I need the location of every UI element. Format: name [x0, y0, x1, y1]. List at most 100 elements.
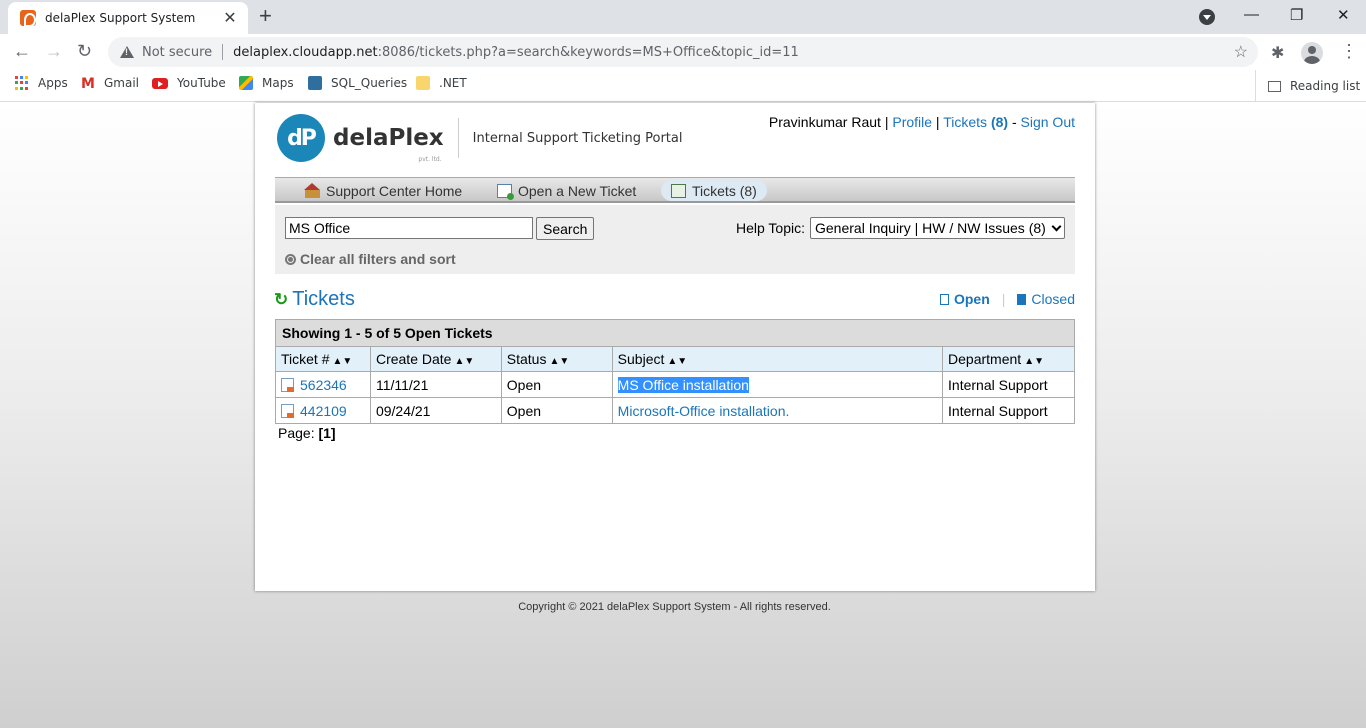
restore-icon[interactable]: ❐ [1290, 6, 1303, 24]
bookmark-label: YouTube [177, 76, 226, 90]
status-cell: Open [500, 371, 613, 398]
apps-grid-icon [15, 76, 29, 90]
ticket-number-link[interactable]: 562346 [300, 377, 347, 393]
current-page[interactable]: [1] [318, 425, 335, 441]
page-viewport: dP delaPlex pvt. ltd. Internal Support T… [0, 103, 1366, 728]
search-button[interactable]: Search [536, 217, 595, 240]
reload-icon[interactable]: ↻ [77, 41, 92, 61]
main-nav: Support Center Home Open a New Ticket Ti… [275, 177, 1075, 203]
pagination: Page: [1] [278, 425, 336, 441]
clear-filters-link[interactable]: Clear all filters and sort [285, 251, 456, 267]
nav-tickets[interactable]: Tickets (8) [661, 180, 767, 201]
status-cell: Open [500, 397, 613, 424]
search-input[interactable] [285, 217, 533, 239]
sort-icon: ▲▼ [667, 356, 688, 367]
site-logo[interactable]: dP delaPlex pvt. ltd. Internal Support T… [277, 114, 682, 163]
bookmark-sql-queries[interactable]: SQL_Queries [308, 76, 407, 90]
minimize-icon[interactable]: — [1244, 6, 1259, 23]
profile-avatar-icon[interactable] [1301, 42, 1323, 64]
column-header-ticket[interactable]: Ticket # ▲▼ [275, 346, 371, 372]
close-window-icon[interactable]: ✕ [1337, 6, 1350, 24]
nav-open-new-ticket[interactable]: Open a New Ticket [487, 180, 646, 201]
column-header-status[interactable]: Status ▲▼ [500, 346, 613, 372]
logo-mark-icon: dP [277, 114, 325, 162]
extensions-icon[interactable]: ✱ [1271, 43, 1284, 63]
bookmark-star-icon[interactable]: ☆ [1234, 42, 1248, 62]
tickets-title[interactable]: Tickets [292, 288, 355, 311]
subject-link[interactable]: MS Office installation [617, 376, 749, 393]
folder-icon [416, 76, 430, 90]
bookmark-youtube[interactable]: YouTube [152, 76, 226, 90]
nav-label: Tickets (8) [692, 182, 757, 199]
warning-icon[interactable] [120, 46, 134, 58]
tickets-summary: Showing 1 - 5 of 5 Open Tickets [275, 319, 1075, 347]
forward-icon[interactable]: → [45, 41, 63, 61]
reading-list-icon [1268, 80, 1281, 92]
site-favicon-icon [20, 10, 36, 27]
bookmark-gmail[interactable]: M Gmail [81, 76, 140, 92]
tickets-icon [671, 183, 686, 198]
logo-divider [457, 118, 459, 158]
table-row: 442109 09/24/21 Open Microsoft-Office in… [275, 397, 1075, 424]
database-icon [308, 76, 322, 90]
tickets-link[interactable]: Tickets (8) [943, 114, 1008, 130]
department-cell: Internal Support [942, 371, 1075, 398]
browser-tab[interactable]: delaPlex Support System ✕ [8, 2, 248, 34]
tickets-summary-row: Showing 1 - 5 of 5 Open Tickets [275, 319, 1075, 347]
url-path: :8086/tickets.php?a=search&keywords=MS+O… [377, 44, 799, 60]
closed-file-icon [1017, 293, 1027, 305]
refresh-icon[interactable]: ↻ [274, 290, 288, 310]
chevron-down-icon [1051, 221, 1062, 231]
sort-icon: ▲▼ [332, 356, 353, 367]
column-header-create-date[interactable]: Create Date ▲▼ [369, 346, 502, 372]
home-icon [304, 182, 320, 198]
logo-subtext: pvt. ltd. [418, 156, 442, 163]
open-file-icon [939, 293, 949, 305]
column-label: Status [506, 351, 547, 367]
user-bar: Pravinkumar Raut | Profile | Tickets (8)… [768, 114, 1075, 130]
sort-icon: ▲▼ [1024, 356, 1044, 367]
bookmark-label: Apps [38, 76, 68, 90]
subject-link[interactable]: Microsoft-Office installation. [618, 403, 790, 419]
reading-list[interactable]: Reading list [1255, 70, 1360, 102]
gmail-icon: M [81, 76, 95, 92]
column-header-department[interactable]: Department ▲▼ [942, 346, 1075, 372]
closed-tickets-link[interactable]: Closed [1031, 291, 1075, 307]
bookmark-maps[interactable]: Maps [239, 76, 294, 90]
column-label: Ticket # [281, 351, 330, 367]
table-row: 562346 11/11/21 Open MS Office installat… [275, 371, 1075, 398]
help-topic-label: Help Topic: [736, 220, 806, 236]
subject-cell: Microsoft-Office installation. [611, 397, 944, 424]
back-icon[interactable]: ← [13, 41, 31, 61]
help-topic-select[interactable]: General Inquiry | HW / NW Issues (8) [810, 217, 1065, 239]
tickets-link-label: Tickets [943, 114, 988, 130]
profile-link[interactable]: Profile [892, 114, 932, 130]
column-header-subject[interactable]: Subject ▲▼ [611, 346, 944, 372]
column-label: Create Date [375, 351, 452, 367]
not-secure-label[interactable]: Not secure [142, 45, 212, 60]
url-text[interactable]: delaplex.cloudapp.net:8086/tickets.php?a… [233, 45, 799, 60]
column-label: Department [948, 351, 1022, 367]
bookmark-dotnet[interactable]: .NET [416, 76, 467, 90]
menu-icon[interactable]: ⋮ [1340, 41, 1358, 62]
create-date-cell: 11/11/21 [369, 371, 502, 398]
open-tickets-link[interactable]: Open [954, 291, 990, 307]
reading-list-label: Reading list [1290, 79, 1361, 93]
ticket-number-link[interactable]: 442109 [300, 403, 347, 419]
nav-support-center-home[interactable]: Support Center Home [295, 180, 472, 201]
url-host: delaplex.cloudapp.net [233, 44, 378, 60]
create-date-cell: 09/24/21 [369, 397, 502, 424]
youtube-icon [152, 77, 168, 89]
address-bar[interactable]: Not secure delaplex.cloudapp.net:8086/ti… [108, 37, 1258, 67]
close-tab-icon[interactable]: ✕ [222, 8, 238, 28]
new-tab-icon[interactable]: + [259, 5, 272, 27]
ticket-state-links: Open | Closed [939, 291, 1075, 307]
tab-strip: delaPlex Support System ✕ + — ❐ ✕ [0, 0, 1366, 34]
bookmark-label: Gmail [104, 76, 140, 90]
logo-text: delaPlex pvt. ltd. [333, 125, 444, 163]
tab-search-icon[interactable] [1199, 9, 1215, 25]
footer-copyright: Copyright © 2021 delaPlex Support System… [518, 601, 831, 613]
bookmark-apps[interactable]: Apps [15, 76, 68, 90]
sign-out-link[interactable]: Sign Out [1021, 114, 1075, 130]
nav-label: Open a New Ticket [518, 182, 637, 199]
